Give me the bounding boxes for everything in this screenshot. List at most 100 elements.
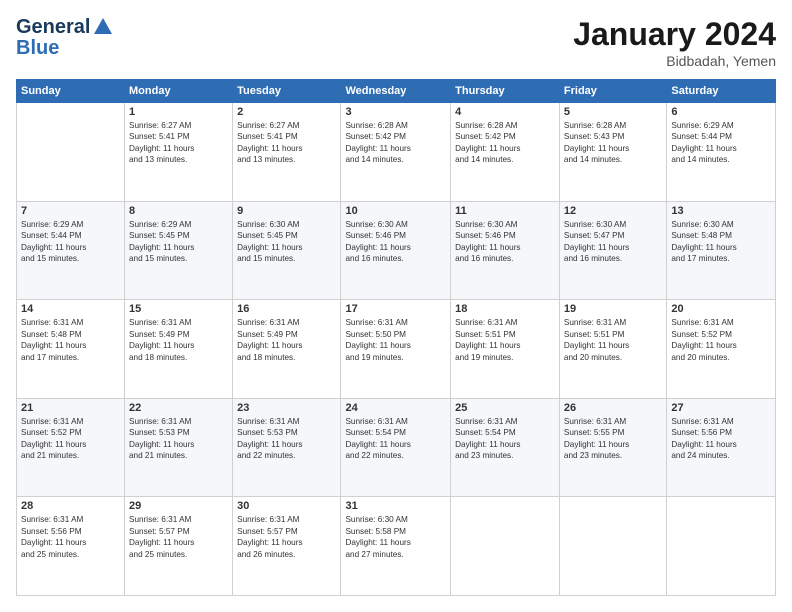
day-info: Sunrise: 6:31 AM Sunset: 5:53 PM Dayligh… — [237, 416, 336, 462]
calendar-cell — [17, 103, 125, 202]
day-info: Sunrise: 6:31 AM Sunset: 5:57 PM Dayligh… — [237, 514, 336, 560]
location: Bidbadah, Yemen — [573, 53, 776, 69]
logo-general: General — [16, 16, 90, 38]
day-number: 30 — [237, 500, 336, 512]
day-info: Sunrise: 6:30 AM Sunset: 5:58 PM Dayligh… — [345, 514, 446, 560]
day-number: 16 — [237, 303, 336, 315]
day-number: 28 — [21, 500, 120, 512]
weekday-header: Saturday — [667, 80, 776, 103]
weekday-header: Friday — [559, 80, 666, 103]
weekday-header: Thursday — [451, 80, 560, 103]
day-info: Sunrise: 6:30 AM Sunset: 5:48 PM Dayligh… — [671, 219, 771, 265]
weekday-header: Tuesday — [233, 80, 341, 103]
day-info: Sunrise: 6:28 AM Sunset: 5:42 PM Dayligh… — [345, 120, 446, 166]
calendar-week-row: 28 Sunrise: 6:31 AM Sunset: 5:56 PM Dayli… — [17, 497, 776, 596]
day-info: Sunrise: 6:27 AM Sunset: 5:41 PM Dayligh… — [237, 120, 336, 166]
weekday-header: Monday — [125, 80, 233, 103]
calendar-cell: 1 Sunrise: 6:27 AM Sunset: 5:41 PM Daylig… — [125, 103, 233, 202]
day-number: 23 — [237, 402, 336, 414]
calendar-cell: 3 Sunrise: 6:28 AM Sunset: 5:42 PM Daylig… — [341, 103, 451, 202]
day-number: 9 — [237, 205, 336, 217]
day-info: Sunrise: 6:29 AM Sunset: 5:44 PM Dayligh… — [21, 219, 120, 265]
calendar-cell: 28 Sunrise: 6:31 AM Sunset: 5:56 PM Dayli… — [17, 497, 125, 596]
calendar-cell: 31Sunrise: 6:30 AM Sunset: 5:58 PM Dayli… — [341, 497, 451, 596]
calendar-week-row: 1 Sunrise: 6:27 AM Sunset: 5:41 PM Daylig… — [17, 103, 776, 202]
calendar-cell: 11 Sunrise: 6:30 AM Sunset: 5:46 PM Dayli… — [451, 201, 560, 300]
day-number: 22 — [129, 402, 228, 414]
calendar-cell: 4Sunrise: 6:28 AM Sunset: 5:42 PM Daylig… — [451, 103, 560, 202]
day-info: Sunrise: 6:30 AM Sunset: 5:45 PM Dayligh… — [237, 219, 336, 265]
calendar-cell: 25 Sunrise: 6:31 AM Sunset: 5:54 PM Dayli… — [451, 398, 560, 497]
calendar-cell: 14Sunrise: 6:31 AM Sunset: 5:48 PM Dayli… — [17, 300, 125, 399]
logo-blue: Blue — [16, 38, 114, 58]
calendar-week-row: 14Sunrise: 6:31 AM Sunset: 5:48 PM Dayli… — [17, 300, 776, 399]
calendar-cell: 17 Sunrise: 6:31 AM Sunset: 5:50 PM Dayli… — [341, 300, 451, 399]
day-info: Sunrise: 6:31 AM Sunset: 5:52 PM Dayligh… — [21, 416, 120, 462]
day-number: 12 — [564, 205, 662, 217]
day-info: Sunrise: 6:30 AM Sunset: 5:47 PM Dayligh… — [564, 219, 662, 265]
day-info: Sunrise: 6:31 AM Sunset: 5:52 PM Dayligh… — [671, 317, 771, 363]
day-info: Sunrise: 6:31 AM Sunset: 5:54 PM Dayligh… — [345, 416, 446, 462]
calendar-cell: 20 Sunrise: 6:31 AM Sunset: 5:52 PM Dayli… — [667, 300, 776, 399]
day-number: 2 — [237, 106, 336, 118]
calendar-cell: 5 Sunrise: 6:28 AM Sunset: 5:43 PM Daylig… — [559, 103, 666, 202]
calendar-cell: 30 Sunrise: 6:31 AM Sunset: 5:57 PM Dayli… — [233, 497, 341, 596]
day-info: Sunrise: 6:28 AM Sunset: 5:43 PM Dayligh… — [564, 120, 662, 166]
day-info: Sunrise: 6:31 AM Sunset: 5:55 PM Dayligh… — [564, 416, 662, 462]
day-number: 10 — [345, 205, 446, 217]
calendar-cell: 24Sunrise: 6:31 AM Sunset: 5:54 PM Dayli… — [341, 398, 451, 497]
day-info: Sunrise: 6:30 AM Sunset: 5:46 PM Dayligh… — [455, 219, 555, 265]
calendar-cell: 13 Sunrise: 6:30 AM Sunset: 5:48 PM Dayli… — [667, 201, 776, 300]
weekday-header: Wednesday — [341, 80, 451, 103]
calendar-cell: 16 Sunrise: 6:31 AM Sunset: 5:49 PM Dayli… — [233, 300, 341, 399]
day-number: 27 — [671, 402, 771, 414]
day-number: 18 — [455, 303, 555, 315]
calendar-cell: 19Sunrise: 6:31 AM Sunset: 5:51 PM Dayli… — [559, 300, 666, 399]
day-number: 7 — [21, 205, 120, 217]
day-number: 13 — [671, 205, 771, 217]
day-info: Sunrise: 6:31 AM Sunset: 5:56 PM Dayligh… — [21, 514, 120, 560]
calendar: SundayMondayTuesdayWednesdayThursdayFrid… — [16, 79, 776, 596]
day-number: 17 — [345, 303, 446, 315]
calendar-cell: 22 Sunrise: 6:31 AM Sunset: 5:53 PM Dayli… — [125, 398, 233, 497]
title-block: January 2024 Bidbadah, Yemen — [573, 16, 776, 69]
logo: General Blue — [16, 16, 114, 58]
day-number: 4 — [455, 106, 555, 118]
weekday-header: Sunday — [17, 80, 125, 103]
calendar-cell: 9 Sunrise: 6:30 AM Sunset: 5:45 PM Daylig… — [233, 201, 341, 300]
calendar-week-row: 21 Sunrise: 6:31 AM Sunset: 5:52 PM Dayli… — [17, 398, 776, 497]
day-number: 3 — [345, 106, 446, 118]
page: General Blue January 2024 Bidbadah, Yeme… — [0, 0, 792, 612]
logo-icon — [92, 16, 114, 38]
day-number: 29 — [129, 500, 228, 512]
day-info: Sunrise: 6:27 AM Sunset: 5:41 PM Dayligh… — [129, 120, 228, 166]
day-info: Sunrise: 6:31 AM Sunset: 5:56 PM Dayligh… — [671, 416, 771, 462]
day-number: 26 — [564, 402, 662, 414]
calendar-cell: 2 Sunrise: 6:27 AM Sunset: 5:41 PM Daylig… — [233, 103, 341, 202]
calendar-cell: 8Sunrise: 6:29 AM Sunset: 5:45 PM Daylig… — [125, 201, 233, 300]
day-number: 11 — [455, 205, 555, 217]
day-info: Sunrise: 6:31 AM Sunset: 5:50 PM Dayligh… — [345, 317, 446, 363]
calendar-cell: 6Sunrise: 6:29 AM Sunset: 5:44 PM Daylig… — [667, 103, 776, 202]
day-info: Sunrise: 6:31 AM Sunset: 5:49 PM Dayligh… — [237, 317, 336, 363]
calendar-cell: 29Sunrise: 6:31 AM Sunset: 5:57 PM Dayli… — [125, 497, 233, 596]
day-number: 5 — [564, 106, 662, 118]
day-number: 8 — [129, 205, 228, 217]
day-number: 1 — [129, 106, 228, 118]
day-number: 20 — [671, 303, 771, 315]
day-info: Sunrise: 6:31 AM Sunset: 5:54 PM Dayligh… — [455, 416, 555, 462]
day-number: 25 — [455, 402, 555, 414]
calendar-cell: 21 Sunrise: 6:31 AM Sunset: 5:52 PM Dayli… — [17, 398, 125, 497]
day-info: Sunrise: 6:31 AM Sunset: 5:51 PM Dayligh… — [455, 317, 555, 363]
calendar-cell — [667, 497, 776, 596]
day-number: 6 — [671, 106, 771, 118]
day-info: Sunrise: 6:30 AM Sunset: 5:46 PM Dayligh… — [345, 219, 446, 265]
day-number: 21 — [21, 402, 120, 414]
calendar-header-row: SundayMondayTuesdayWednesdayThursdayFrid… — [17, 80, 776, 103]
day-info: Sunrise: 6:31 AM Sunset: 5:53 PM Dayligh… — [129, 416, 228, 462]
header: General Blue January 2024 Bidbadah, Yeme… — [16, 16, 776, 69]
calendar-cell: 7 Sunrise: 6:29 AM Sunset: 5:44 PM Daylig… — [17, 201, 125, 300]
calendar-cell: 12 Sunrise: 6:30 AM Sunset: 5:47 PM Dayli… — [559, 201, 666, 300]
calendar-cell: 27 Sunrise: 6:31 AM Sunset: 5:56 PM Dayli… — [667, 398, 776, 497]
day-info: Sunrise: 6:31 AM Sunset: 5:49 PM Dayligh… — [129, 317, 228, 363]
